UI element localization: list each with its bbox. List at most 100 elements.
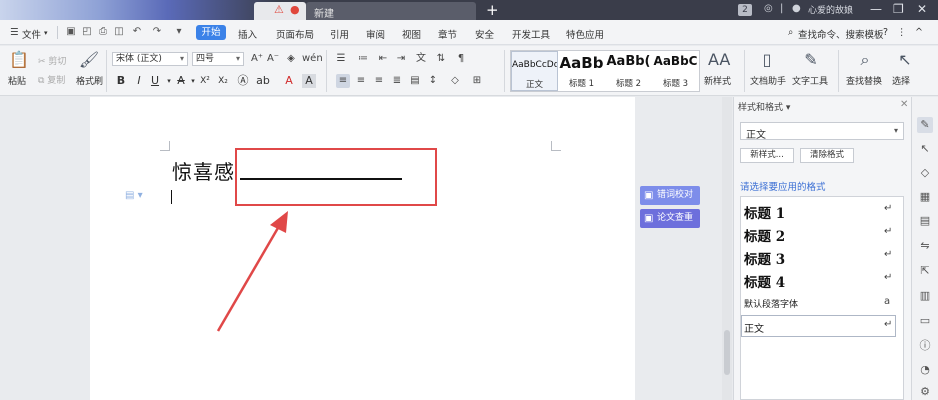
text-tools-icon[interactable]: ✎ xyxy=(800,50,822,70)
find-replace-icon[interactable]: ⌕ xyxy=(854,50,876,70)
paste-label[interactable]: 粘贴 xyxy=(8,74,26,87)
paragraph-handle-icon[interactable]: ▤ ▾ xyxy=(125,190,143,201)
style-normal[interactable]: AaBbCcDd 正文 xyxy=(511,51,558,91)
increase-indent-icon[interactable]: ⇥ xyxy=(394,52,408,66)
text-effect-icon[interactable]: Ⓐ xyxy=(236,74,250,88)
cut-button[interactable]: ✂ 剪切 xyxy=(38,54,66,67)
list-item-selected[interactable] xyxy=(741,315,896,337)
justify-icon[interactable]: ≣ xyxy=(390,74,404,88)
undo-icon[interactable]: ↶ xyxy=(130,25,144,38)
tab-references[interactable]: 引用 xyxy=(330,27,349,41)
list-item-heading-2[interactable]: 标题 2 xyxy=(744,225,785,245)
skin-icon[interactable]: ◎ xyxy=(764,3,773,14)
chinese-layout-icon[interactable]: 文 xyxy=(414,52,428,66)
close-icon[interactable]: ✕ xyxy=(900,99,908,110)
shape-icon[interactable]: ◇ xyxy=(917,165,933,181)
find-replace-label[interactable]: 查找替换 xyxy=(846,74,882,87)
pane-title[interactable]: 样式和格式 ▾ xyxy=(738,100,790,113)
save-icon[interactable]: ▣ xyxy=(64,25,78,38)
format-painter-label[interactable]: 格式刷 xyxy=(76,74,103,87)
tab-review[interactable]: 审阅 xyxy=(366,27,385,41)
pdf-icon[interactable]: ◰ xyxy=(80,25,94,38)
more-icon[interactable]: ⋮ xyxy=(897,27,907,38)
line-spacing-icon[interactable]: ↕ xyxy=(426,74,440,88)
bold-icon[interactable]: B xyxy=(114,74,128,88)
proofread-button[interactable]: ▣ 错词校对 xyxy=(640,186,700,205)
chevron-down-icon[interactable]: ▾ xyxy=(44,29,48,37)
more-chevron-icon[interactable]: ▾ xyxy=(172,25,186,38)
select-tool-icon[interactable]: ↖ xyxy=(917,141,933,157)
align-center-icon[interactable]: ≡ xyxy=(354,74,368,88)
style-heading-1[interactable]: AaBb 标题 1 xyxy=(558,51,605,91)
align-left-icon[interactable]: ≡ xyxy=(336,74,350,88)
tab-new[interactable]: 新建 xyxy=(306,2,476,20)
new-style-button[interactable]: 新样式... xyxy=(740,148,794,163)
list-item-heading-3[interactable]: 标题 3 xyxy=(744,248,785,268)
new-style-label[interactable]: 新样式 xyxy=(704,74,731,87)
doc-assistant-icon[interactable]: ▯ xyxy=(756,50,778,70)
minimize-button[interactable]: — xyxy=(870,2,882,16)
document-text[interactable]: 惊喜感 xyxy=(172,156,235,185)
hamburger-icon[interactable]: ☰ xyxy=(10,27,19,38)
style-heading-3[interactable]: AaBbC 标题 3 xyxy=(652,51,699,91)
shading-icon[interactable]: ◇ xyxy=(448,74,462,88)
select-icon[interactable]: ↖ xyxy=(894,50,916,70)
select-label[interactable]: 选择 xyxy=(892,74,910,87)
borders-icon[interactable]: ⊞ xyxy=(470,74,484,88)
style-heading-2[interactable]: AaBb( 标题 2 xyxy=(605,51,652,91)
list-item-heading-4[interactable]: 标题 4 xyxy=(744,271,785,291)
collapse-ribbon-icon[interactable]: ^ xyxy=(915,27,923,38)
maximize-button[interactable]: ❐ xyxy=(893,2,904,16)
menu-file[interactable]: 文件 xyxy=(22,27,41,41)
close-button[interactable]: ✕ xyxy=(917,2,927,16)
list-item-default-font[interactable]: 默认段落字体 xyxy=(744,297,798,310)
share-icon[interactable]: ⇱ xyxy=(917,263,933,279)
doc-assistant-label[interactable]: 文档助手 xyxy=(750,74,786,87)
italic-icon[interactable]: I xyxy=(132,74,146,88)
tab-developer[interactable]: 开发工具 xyxy=(512,27,550,41)
highlight-icon[interactable]: ab xyxy=(256,74,270,88)
preview-icon[interactable]: ◫ xyxy=(112,25,126,38)
scrollbar-thumb[interactable] xyxy=(724,330,730,375)
phonetic-icon[interactable]: wén xyxy=(302,52,323,66)
command-search[interactable]: 查找命令、搜索模板 xyxy=(798,27,884,41)
styles-pane-icon[interactable]: ✎ xyxy=(917,117,933,133)
show-marks-icon[interactable]: ¶ xyxy=(454,52,468,66)
paper-check-button[interactable]: ▣ 论文查重 xyxy=(640,209,700,228)
superscript-icon[interactable]: X² xyxy=(198,74,212,88)
numbering-icon[interactable]: ≔ xyxy=(356,52,370,66)
shrink-font-icon[interactable]: A⁻ xyxy=(266,52,280,66)
align-right-icon[interactable]: ≡ xyxy=(372,74,386,88)
tab-start[interactable]: 开始 xyxy=(196,25,226,40)
current-style-select[interactable]: 正文 ▾ xyxy=(740,122,904,141)
format-painter-icon[interactable]: 🖌 xyxy=(78,50,100,70)
paste-icon[interactable]: 📋 xyxy=(8,50,30,70)
tab-security[interactable]: 安全 xyxy=(475,27,494,41)
print-icon[interactable]: ⎙ xyxy=(96,25,110,38)
tab-page-layout[interactable]: 页面布局 xyxy=(276,27,314,41)
tab-features[interactable]: 特色应用 xyxy=(566,27,604,41)
user-name[interactable]: 心爱的故娘 xyxy=(808,3,853,16)
subscript-icon[interactable]: X₂ xyxy=(216,74,230,88)
list-item-heading-1[interactable]: 标题 1 xyxy=(744,202,785,222)
new-style-icon[interactable]: AA xyxy=(708,50,730,70)
help-button[interactable]: ? xyxy=(883,27,888,38)
redo-icon[interactable]: ↷ xyxy=(150,25,164,38)
grow-font-icon[interactable]: A⁺ xyxy=(250,52,264,66)
info-icon[interactable]: ⓘ xyxy=(917,338,933,354)
font-family-select[interactable]: 宋体 (正文) ▾ xyxy=(112,52,188,66)
archive-icon[interactable]: ▭ xyxy=(917,313,933,329)
history-icon[interactable]: ◔ xyxy=(917,362,933,378)
font-size-select[interactable]: 四号 ▾ xyxy=(192,52,244,66)
settings-icon[interactable]: ⚙ xyxy=(917,384,933,400)
new-tab-button[interactable]: + xyxy=(486,1,499,19)
window-count-badge[interactable]: 2 xyxy=(738,4,752,16)
font-color-icon[interactable]: A xyxy=(282,74,296,88)
sort-icon[interactable]: ⇅ xyxy=(434,52,448,66)
avatar[interactable]: ● xyxy=(792,3,801,14)
tab-chapter[interactable]: 章节 xyxy=(438,27,457,41)
adjust-icon[interactable]: ⇋ xyxy=(917,238,933,254)
grid-icon[interactable]: ▥ xyxy=(917,288,933,304)
char-shading-icon[interactable]: A xyxy=(302,74,316,88)
text-tools-label[interactable]: 文字工具 xyxy=(792,74,828,87)
